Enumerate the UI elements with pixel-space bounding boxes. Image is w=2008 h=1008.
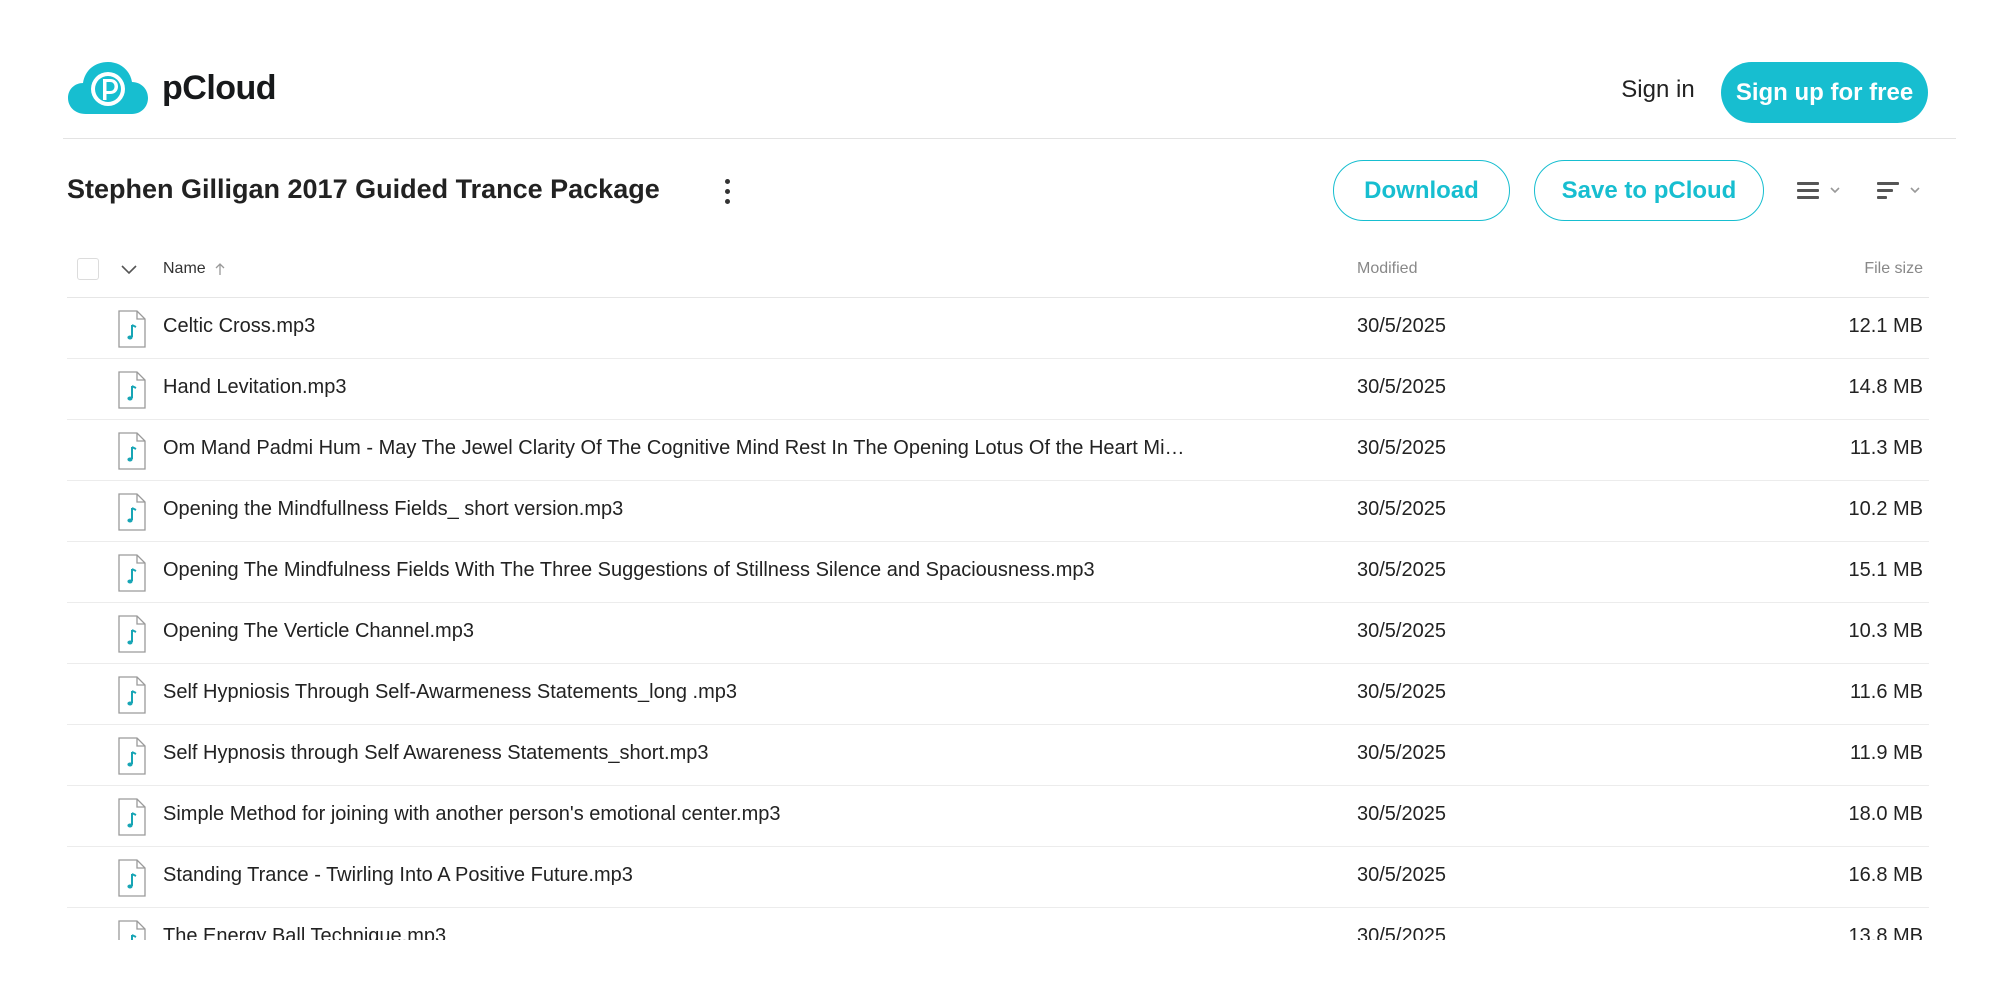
download-button[interactable]: Download <box>1333 160 1510 221</box>
table-row[interactable]: The Energy Ball Technique.mp3 30/5/2025 … <box>67 908 1929 940</box>
folder-toolbar: Stephen Gilligan 2017 Guided Trance Pack… <box>67 160 1929 222</box>
brand-name: pCloud <box>162 68 277 107</box>
file-size: 18.0 MB <box>1848 803 1923 825</box>
file-name[interactable]: Celtic Cross.mp3 <box>163 315 1303 338</box>
file-name[interactable]: Opening the Mindfullness Fields_ short v… <box>163 498 1303 521</box>
table-row[interactable]: Om Mand Padmi Hum - May The Jewel Clarit… <box>67 420 1929 481</box>
file-modified-date: 30/5/2025 <box>1357 681 1446 703</box>
save-to-pcloud-button[interactable]: Save to pCloud <box>1534 160 1764 221</box>
file-name[interactable]: Hand Levitation.mp3 <box>163 376 1303 399</box>
sign-in-link[interactable]: Sign in <box>1593 62 1723 118</box>
audio-file-icon <box>118 371 146 409</box>
sign-up-button[interactable]: Sign up for free <box>1721 62 1928 123</box>
file-modified-date: 30/5/2025 <box>1357 742 1446 764</box>
file-name[interactable]: Standing Trance - Twirling Into A Positi… <box>163 864 1303 887</box>
file-list-table: Name Modified File size Celtic Cross.mp3… <box>67 250 1929 940</box>
sort-options-toggle[interactable] <box>1875 176 1935 206</box>
column-header-name[interactable]: Name <box>163 260 226 278</box>
column-header-modified[interactable]: Modified <box>1357 260 1417 278</box>
file-size: 11.3 MB <box>1850 437 1923 459</box>
list-view-icon <box>1797 182 1840 199</box>
table-row[interactable]: Opening The Mindfulness Fields With The … <box>67 542 1929 603</box>
audio-file-icon <box>118 554 146 592</box>
table-row[interactable]: Simple Method for joining with another p… <box>67 786 1929 847</box>
file-name[interactable]: Self Hypniosis Through Self-Awarmeness S… <box>163 681 1303 704</box>
file-size: 11.9 MB <box>1850 742 1923 764</box>
file-modified-date: 30/5/2025 <box>1357 559 1446 581</box>
table-row[interactable]: Standing Trance - Twirling Into A Positi… <box>67 847 1929 908</box>
audio-file-icon <box>118 920 146 940</box>
pcloud-cloud-icon <box>68 62 148 114</box>
column-header-name-label: Name <box>163 260 206 277</box>
file-name[interactable]: Self Hypnosis through Self Awareness Sta… <box>163 742 1303 765</box>
page: pCloud Sign in Sign up for free Stephen … <box>0 0 2008 1008</box>
file-list-rows: Celtic Cross.mp3 30/5/2025 12.1 MB Hand … <box>67 298 1929 940</box>
top-navigation-bar: pCloud Sign in Sign up for free <box>63 0 1956 139</box>
more-options-icon[interactable] <box>717 175 737 207</box>
file-modified-date: 30/5/2025 <box>1357 803 1446 825</box>
sort-ascending-arrow-icon <box>215 263 225 275</box>
file-modified-date: 30/5/2025 <box>1357 315 1446 337</box>
file-modified-date: 30/5/2025 <box>1357 437 1446 459</box>
audio-file-icon <box>118 493 146 531</box>
file-modified-date: 30/5/2025 <box>1357 620 1446 642</box>
table-row[interactable]: Celtic Cross.mp3 30/5/2025 12.1 MB <box>67 298 1929 359</box>
audio-file-icon <box>118 310 146 348</box>
audio-file-icon <box>118 432 146 470</box>
audio-file-icon <box>118 676 146 714</box>
sort-icon <box>1877 182 1920 199</box>
file-size: 10.3 MB <box>1848 620 1923 642</box>
audio-file-icon <box>118 859 146 897</box>
file-name[interactable]: The Energy Ball Technique.mp3 <box>163 925 1303 940</box>
select-all-checkbox[interactable] <box>77 258 99 280</box>
file-size: 14.8 MB <box>1848 376 1923 398</box>
table-row[interactable]: Opening The Verticle Channel.mp3 30/5/20… <box>67 603 1929 664</box>
list-view-toggle[interactable] <box>1795 176 1855 206</box>
folder-title: Stephen Gilligan 2017 Guided Trance Pack… <box>67 174 660 204</box>
table-row[interactable]: Hand Levitation.mp3 30/5/2025 14.8 MB <box>67 359 1929 420</box>
audio-file-icon <box>118 615 146 653</box>
file-name[interactable]: Om Mand Padmi Hum - May The Jewel Clarit… <box>163 437 1303 460</box>
table-row[interactable]: Self Hypnosis through Self Awareness Sta… <box>67 725 1929 786</box>
file-size: 15.1 MB <box>1848 559 1923 581</box>
file-size: 12.1 MB <box>1848 315 1923 337</box>
file-size: 16.8 MB <box>1848 864 1923 886</box>
column-header-file-size[interactable]: File size <box>1864 260 1923 278</box>
chevron-down-icon[interactable] <box>118 260 140 278</box>
file-modified-date: 30/5/2025 <box>1357 376 1446 398</box>
table-row[interactable]: Opening the Mindfullness Fields_ short v… <box>67 481 1929 542</box>
file-size: 10.2 MB <box>1848 498 1923 520</box>
file-name[interactable]: Opening The Verticle Channel.mp3 <box>163 620 1303 643</box>
file-name[interactable]: Opening The Mindfulness Fields With The … <box>163 559 1303 582</box>
audio-file-icon <box>118 737 146 775</box>
audio-file-icon <box>118 798 146 836</box>
file-name[interactable]: Simple Method for joining with another p… <box>163 803 1303 826</box>
table-row[interactable]: Self Hypniosis Through Self-Awarmeness S… <box>67 664 1929 725</box>
file-modified-date: 30/5/2025 <box>1357 498 1446 520</box>
table-header: Name Modified File size <box>67 250 1929 298</box>
file-modified-date: 30/5/2025 <box>1357 925 1446 940</box>
file-size: 13.8 MB <box>1848 925 1923 940</box>
pcloud-logo[interactable]: pCloud <box>68 60 277 116</box>
file-modified-date: 30/5/2025 <box>1357 864 1446 886</box>
file-size: 11.6 MB <box>1850 681 1923 703</box>
